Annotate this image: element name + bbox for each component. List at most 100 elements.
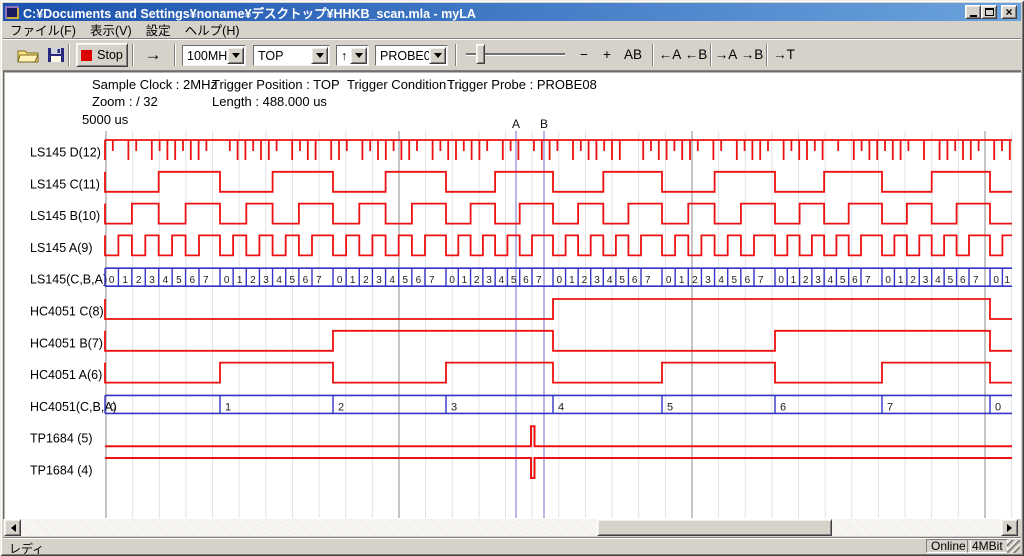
bus-value: 6 — [780, 401, 786, 413]
goto-marker-b-button[interactable]: ←B — [684, 44, 708, 66]
bus-value: 7 — [316, 275, 322, 286]
channel-label: TP1684 (5) — [30, 432, 93, 446]
bus-value: 1 — [237, 275, 243, 286]
bus-value: 1 — [898, 275, 904, 286]
bus-value: 1 — [1004, 275, 1010, 286]
bus-value: 0 — [557, 275, 563, 286]
menubar: ファイル(F) 表示(V) 設定 ヘルプ(H) — [3, 21, 1021, 38]
channel-label: TP1684 (4) — [30, 464, 93, 478]
toolbar-separator — [68, 44, 70, 66]
bus-value: 0 — [995, 401, 1001, 413]
chevron-down-icon[interactable] — [227, 47, 244, 64]
goto-marker-a-button[interactable]: ←A — [658, 44, 682, 66]
waveform-display[interactable]: ABLS145 D(12)LS145 C(11)LS145 B(10)LS145… — [3, 71, 1021, 518]
chevron-down-icon[interactable] — [350, 47, 367, 64]
bus-value: 3 — [594, 275, 600, 286]
bus-value: 6 — [632, 275, 638, 286]
bus-value: 3 — [376, 275, 382, 286]
horizontal-scrollbar[interactable] — [4, 519, 1018, 536]
app-window: C:¥Documents and Settings¥noname¥デスクトップ¥… — [0, 0, 1024, 556]
chevron-down-icon[interactable] — [311, 47, 328, 64]
arrow-left-icon — [7, 524, 16, 532]
trigger-position-combo[interactable]: TOP — [253, 45, 330, 66]
scrollbar-thumb[interactable] — [597, 519, 832, 536]
scroll-left-button[interactable] — [4, 519, 21, 536]
bus-value: 6 — [416, 275, 422, 286]
ab-span-button[interactable]: AB — [620, 44, 646, 66]
stop-label: Stop — [97, 48, 123, 62]
channel-label: HC4051 B(7) — [30, 336, 103, 350]
bus-value: 1 — [350, 275, 356, 286]
zoom-out-button[interactable]: − — [575, 44, 593, 66]
close-button[interactable]: × — [1001, 5, 1017, 19]
toolbar-separator — [710, 44, 712, 66]
trigger-position-value: TOP — [254, 49, 311, 63]
stop-icon — [81, 50, 92, 61]
bus-value: 2 — [910, 275, 916, 286]
bus-value: 1 — [791, 275, 797, 286]
bus-value: 0 — [224, 275, 230, 286]
status-memory-badge: 4MBit — [967, 539, 1008, 553]
maximize-button[interactable] — [981, 5, 997, 19]
set-marker-a-button[interactable]: →A — [714, 44, 738, 66]
bus-value: 2 — [250, 275, 256, 286]
bus-value: 6 — [852, 275, 858, 286]
toolbar-separator — [652, 44, 654, 66]
trigger-probe-combo[interactable]: PROBE00 — [375, 45, 448, 66]
save-button[interactable] — [43, 44, 69, 66]
bus-value: 5 — [948, 275, 954, 286]
trigger-edge-value: ↑ — [337, 49, 350, 63]
bus-value: 2 — [803, 275, 809, 286]
open-folder-icon — [17, 47, 39, 63]
bus-value: 5 — [290, 275, 296, 286]
open-button[interactable] — [15, 44, 41, 66]
bus-value: 4 — [718, 275, 724, 286]
bus-value: 5 — [840, 275, 846, 286]
set-marker-b-button[interactable]: →B — [740, 44, 764, 66]
menu-settings[interactable]: 設定 — [139, 19, 178, 40]
toolbar-separator — [132, 44, 134, 66]
menu-file[interactable]: ファイル(F) — [3, 19, 83, 40]
menu-help[interactable]: ヘルプ(H) — [178, 19, 247, 40]
marker-b-label: B — [540, 117, 548, 131]
zoom-in-button[interactable]: + — [598, 44, 616, 66]
bus-value: 3 — [705, 275, 711, 286]
channel-label: HC4051(C,B,A) — [30, 400, 117, 414]
bus-value: 3 — [486, 275, 492, 286]
stop-button[interactable]: Stop — [76, 43, 128, 67]
toolbar-separator — [455, 44, 457, 66]
bus-value: 1 — [122, 275, 128, 286]
channel-label: LS145 B(10) — [30, 209, 100, 223]
goto-trigger-button[interactable]: →T — [772, 44, 796, 66]
channel-label: HC4051 C(8) — [30, 305, 104, 319]
bus-value: 4 — [389, 275, 395, 286]
bus-value: 4 — [163, 275, 169, 286]
toolbar-separator — [174, 44, 176, 66]
run-button[interactable]: → — [138, 44, 168, 66]
bus-value: 5 — [732, 275, 738, 286]
statusbar: レディ Online 4MBit — [3, 537, 1021, 554]
chevron-down-icon[interactable] — [429, 47, 446, 64]
bus-value: 5 — [667, 401, 673, 413]
minimize-button[interactable] — [965, 5, 981, 19]
bus-value: 1 — [569, 275, 575, 286]
sample-clock-value: 100MHz — [183, 49, 227, 63]
channel-label: LS145(C,B,A) — [30, 273, 107, 287]
bus-value: 5 — [619, 275, 625, 286]
run-arrow-icon: → — [145, 45, 162, 65]
bus-value: 3 — [263, 275, 269, 286]
sample-clock-combo[interactable]: 100MHz — [182, 45, 246, 66]
bus-value: 3 — [923, 275, 929, 286]
save-floppy-icon — [47, 47, 65, 63]
trigger-edge-combo[interactable]: ↑ — [336, 45, 369, 66]
bus-value: 0 — [449, 275, 455, 286]
bus-value: 2 — [692, 275, 698, 286]
bus-value: 5 — [403, 275, 409, 286]
scroll-right-button[interactable] — [1001, 519, 1018, 536]
resize-grip[interactable] — [1007, 540, 1020, 553]
zoom-slider-handle[interactable] — [476, 44, 485, 64]
channel-label: LS145 D(12) — [30, 146, 101, 160]
bus-value: 1 — [225, 401, 231, 413]
bus-value: 0 — [109, 275, 115, 286]
menu-view[interactable]: 表示(V) — [83, 19, 139, 40]
